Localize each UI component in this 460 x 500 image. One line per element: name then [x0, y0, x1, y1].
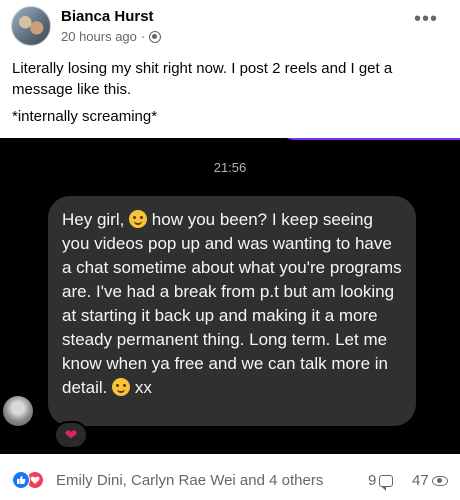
post-text: Literally losing my shit right now. I po… [12, 58, 452, 133]
post-text-line: Literally losing my shit right now. I po… [12, 60, 393, 98]
author-avatar[interactable] [11, 6, 51, 46]
slightly-smiling-emoji-icon [112, 378, 131, 396]
sender-avatar [3, 396, 33, 426]
message-text: how you been? I keep seeing you videos p… [62, 210, 402, 397]
like-icon [12, 471, 30, 489]
post-footer: Emily Dini, Carlyn Rae Wei and 4 others … [0, 466, 460, 496]
reactors-list[interactable]: Emily Dini, Carlyn Rae Wei and 4 others [56, 472, 323, 489]
comments-count[interactable]: 9 [368, 472, 394, 491]
eye-icon [431, 475, 448, 486]
comment-icon [379, 474, 394, 491]
views-count[interactable]: 47 [412, 472, 448, 489]
post-text-line: *internally screaming* [12, 108, 158, 125]
globe-icon [149, 30, 162, 43]
post-header: Bianca Hurst 20 hours ago · ••• [0, 0, 460, 48]
comments-count-value: 9 [368, 472, 377, 489]
post-meta: 20 hours ago · [61, 29, 162, 44]
more-options-button[interactable]: ••• [414, 9, 438, 29]
outgoing-bubble-edge [280, 138, 460, 140]
chat-screenshot-image[interactable]: 21:56 Hey girl, how you been? I keep see… [0, 138, 460, 454]
slightly-smiling-emoji-icon [129, 210, 148, 228]
author-name[interactable]: Bianca Hurst [61, 8, 154, 25]
reaction-icons[interactable] [12, 471, 52, 489]
message-text: Hey girl, [62, 210, 130, 229]
chat-timestamp: 21:56 [213, 160, 247, 175]
post-time[interactable]: 20 hours ago [61, 29, 137, 44]
heart-icon: ❤ [64, 426, 78, 444]
message-reaction: ❤ [54, 421, 88, 449]
meta-separator: · [140, 29, 146, 44]
message-bubble: Hey girl, how you been? I keep seeing yo… [48, 196, 416, 426]
views-count-value: 47 [412, 472, 429, 489]
message-text: xx [130, 378, 152, 397]
